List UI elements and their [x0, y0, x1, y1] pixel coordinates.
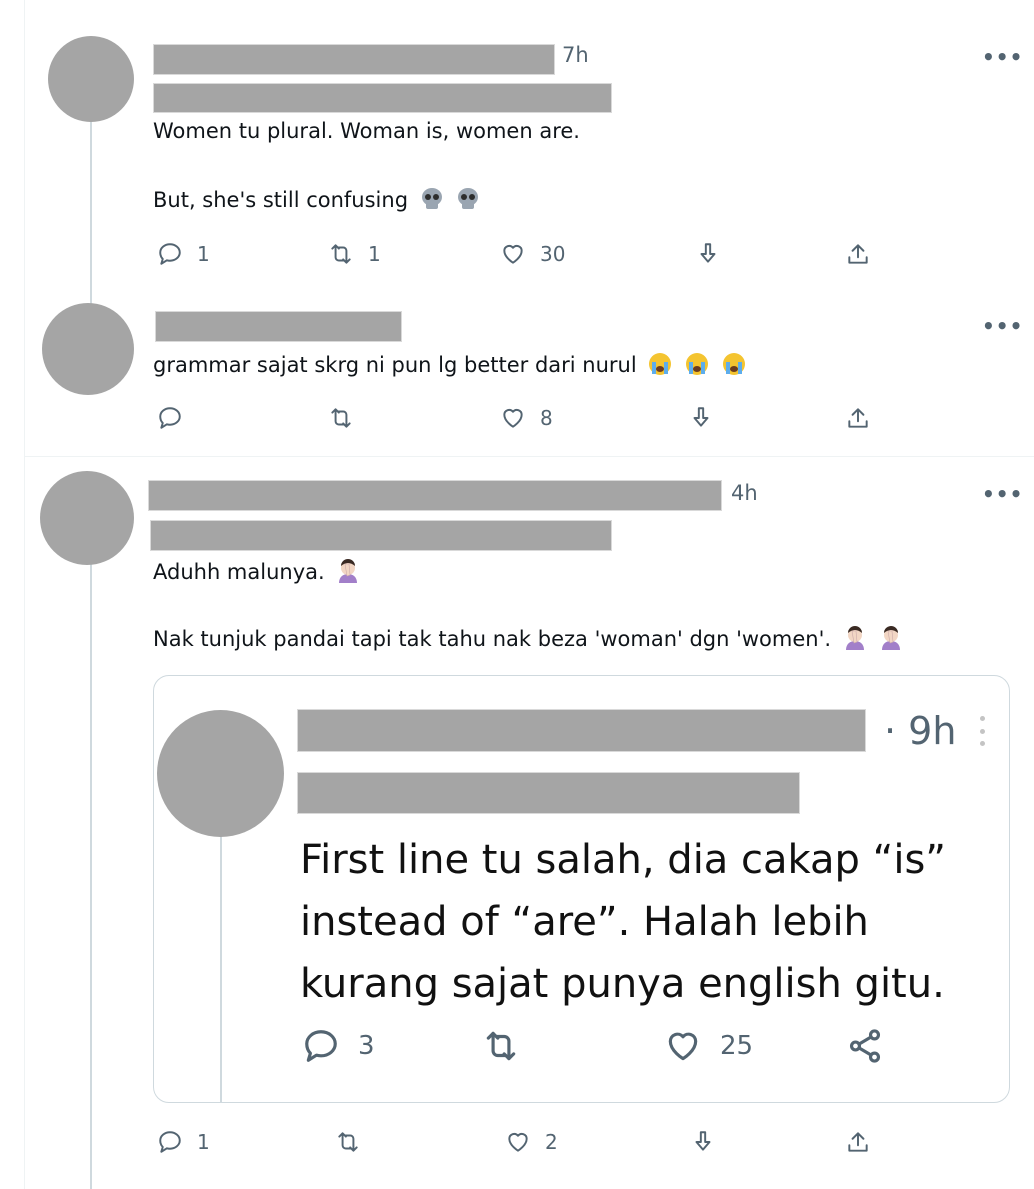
arrow-down-icon	[700, 243, 716, 263]
avatar	[157, 710, 284, 837]
arrow-down-icon	[693, 407, 709, 427]
quoted-text-line: kurang sajat punya english gitu.	[300, 961, 945, 1007]
more-vertical-icon	[980, 716, 986, 746]
avatar[interactable]	[40, 471, 134, 565]
loudly-crying-face-icon	[722, 353, 745, 375]
retweet-button[interactable]	[328, 405, 368, 431]
face-palm-icon	[339, 559, 358, 583]
quoted-text-line: instead of “are”. Halah lebih	[300, 899, 869, 945]
retweet-icon	[338, 1132, 358, 1152]
bookmark-button[interactable]	[690, 1129, 716, 1155]
tweet-text-line: Women tu plural. Woman is, women are.	[153, 119, 580, 143]
quoted-tweet-image[interactable]: · 9h First line tu salah, dia cakap “is”…	[153, 675, 1010, 1103]
reply-count: 3	[358, 1031, 375, 1061]
tweet-text-line: Nak tunjuk pandai tapi tak tahu nak beza…	[153, 625, 904, 651]
redacted-username	[153, 44, 555, 75]
redacted-reply-to	[153, 83, 612, 113]
like-count: 30	[540, 242, 566, 266]
tweet-text-line: Aduhh malunya.	[153, 558, 361, 584]
heart-icon	[503, 244, 523, 264]
heart-icon	[508, 1132, 528, 1152]
reply-icon	[305, 1030, 337, 1062]
quoted-reply: 3	[302, 1027, 375, 1065]
tweet-text-line: But, she's still confusing	[153, 186, 481, 212]
share-button[interactable]	[845, 405, 871, 431]
loudly-crying-face-icon	[686, 353, 709, 375]
share-nodes-icon	[849, 1029, 881, 1063]
tweet-timestamp[interactable]: 7h	[562, 43, 589, 67]
retweet-count: 1	[368, 242, 381, 266]
reply-button[interactable]: 1	[157, 241, 210, 267]
retweet-icon	[486, 1031, 516, 1061]
like-count: 25	[720, 1031, 754, 1061]
more-options-button[interactable]: •••	[982, 314, 1023, 338]
more-options-button[interactable]: •••	[982, 45, 1023, 69]
tweet-text: grammar sajat skrg ni pun lg better dari…	[153, 353, 637, 377]
like-count: 8	[540, 406, 553, 430]
share-icon	[848, 408, 868, 428]
redacted-username	[155, 311, 402, 342]
avatar[interactable]	[42, 303, 134, 395]
retweet-button[interactable]	[335, 1129, 375, 1155]
quoted-text-line: First line tu salah, dia cakap “is”	[300, 837, 947, 883]
retweet-button[interactable]: 1	[328, 241, 381, 267]
quoted-retweet	[482, 1027, 538, 1065]
avatar[interactable]	[48, 36, 134, 122]
tweet-timestamp: · 9h	[884, 709, 957, 753]
heart-icon	[503, 408, 523, 428]
skull-icon	[458, 188, 479, 209]
like-button[interactable]: 2	[505, 1129, 558, 1155]
quoted-like: 25	[664, 1027, 753, 1065]
retweet-icon	[331, 244, 351, 264]
reply-count: 1	[197, 242, 210, 266]
thread-line	[90, 120, 92, 310]
skull-icon	[421, 188, 442, 209]
face-palm-icon	[845, 626, 864, 650]
bookmark-button[interactable]	[695, 241, 721, 267]
reply-count: 1	[197, 1130, 210, 1154]
bookmark-button[interactable]	[688, 405, 714, 431]
retweet-icon	[331, 408, 351, 428]
tweet-text: Aduhh malunya.	[153, 560, 325, 584]
tweet-timestamp[interactable]: 4h	[731, 481, 758, 505]
face-palm-icon	[882, 626, 901, 650]
reply-icon	[159, 243, 181, 265]
reply-icon	[159, 407, 181, 429]
reply-icon	[159, 1131, 181, 1153]
redacted-username	[297, 709, 866, 752]
tweet-text-line: grammar sajat skrg ni pun lg better dari…	[153, 351, 747, 377]
redacted-handle	[297, 772, 800, 814]
arrow-down-icon	[695, 1131, 711, 1151]
redacted-reply-to	[150, 520, 612, 551]
thread-line	[90, 560, 92, 1189]
share-button[interactable]	[845, 241, 871, 267]
share-icon	[848, 244, 868, 264]
tweet-text: Nak tunjuk pandai tapi tak tahu nak beza…	[153, 627, 832, 651]
redacted-username	[148, 480, 722, 511]
tweet-text: But, she's still confusing	[153, 188, 409, 212]
like-button[interactable]: 8	[500, 405, 553, 431]
share-button[interactable]	[845, 1129, 871, 1155]
quoted-share	[846, 1027, 884, 1065]
conversation-divider	[24, 456, 1034, 457]
loudly-crying-face-icon	[649, 353, 672, 375]
thread-line	[220, 831, 222, 1103]
heart-icon	[668, 1032, 698, 1061]
more-options-button[interactable]: •••	[982, 482, 1023, 506]
reply-button[interactable]: 1	[157, 1129, 210, 1155]
reply-button[interactable]	[157, 405, 197, 431]
share-icon	[848, 1132, 868, 1152]
like-button[interactable]: 30	[500, 241, 565, 267]
like-count: 2	[545, 1130, 558, 1154]
